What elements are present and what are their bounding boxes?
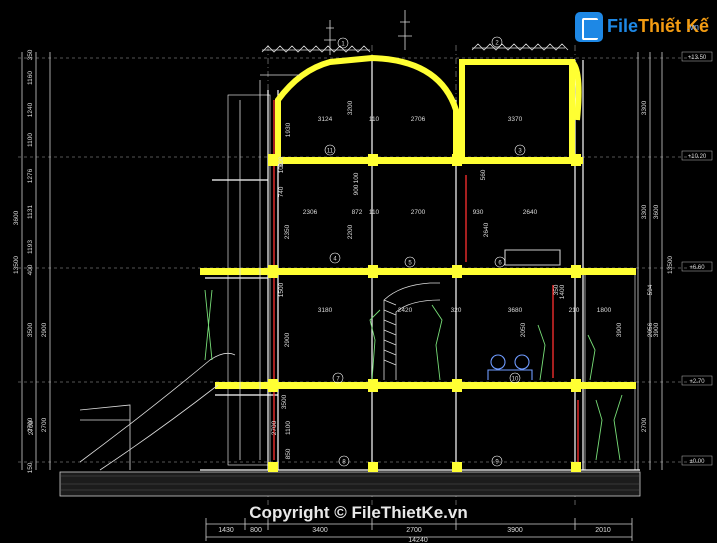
level-tag-roof: +13.50 — [688, 55, 707, 61]
room-dim: 110 — [369, 209, 380, 216]
right-dim: 3300 — [641, 204, 648, 219]
left-dim-inner: 2700 — [41, 417, 48, 432]
axis-bubble-label: 4 — [333, 256, 337, 262]
room-dim: 3900 — [616, 322, 623, 337]
room-dim: 1100 — [285, 421, 292, 435]
right-dim: 3600 — [653, 204, 660, 219]
room-dim: 2640 — [523, 209, 538, 216]
room-dim: 2200 — [347, 224, 354, 239]
room-dim: 3124 — [318, 116, 333, 123]
left-dim-outer: 1131 — [27, 205, 34, 219]
room-dim: 3370 — [508, 116, 523, 123]
bottom-dim: 2700 — [406, 527, 422, 534]
left-dim-outer: 150 — [27, 462, 34, 473]
logo-mark-icon — [575, 12, 603, 42]
room-dim: 210 — [569, 307, 580, 314]
bottom-dim: 3900 — [507, 527, 523, 534]
room-dim: 2420 — [398, 307, 413, 314]
room-dim: 1500 — [278, 282, 285, 297]
logo-domain: .vn — [687, 22, 700, 32]
cad-section-drawing: +13.50+10.20+6.60+2.70±0.00 1 2345 678 9101… — [13, 10, 713, 543]
room-dim: 300 — [278, 156, 285, 167]
rebar-lines — [273, 100, 579, 465]
room-dim: 2700 — [271, 420, 278, 435]
copyright-watermark: Copyright © FileThietKe.vn — [249, 503, 468, 522]
room-dim: 2640 — [483, 222, 490, 237]
room-dim: 2056 — [647, 322, 654, 337]
left-dim-inner: 13500 — [13, 256, 20, 274]
room-dim: 2050 — [520, 322, 527, 337]
bottom-dim: 2010 — [595, 527, 611, 534]
left-dim-outer: 350 — [27, 49, 34, 60]
left-dim-outer: 1100 — [27, 133, 34, 147]
room-dim: 3200 — [347, 100, 354, 115]
axis-bubble-label: 8 — [342, 459, 346, 465]
room-dim: 2700 — [411, 209, 426, 216]
room-dim: 1800 — [597, 307, 612, 314]
right-dim: 3300 — [641, 100, 648, 115]
right-dim: 3900 — [653, 322, 660, 337]
dimension-frame — [18, 52, 700, 541]
bottom-dim-total: 14240 — [408, 537, 428, 543]
axis-bubble-label: 11 — [327, 148, 334, 154]
axis-bubble-label: 10 — [512, 376, 519, 382]
bottom-dim: 1430 — [218, 527, 234, 534]
left-dim-outer: 1193 — [27, 240, 34, 254]
room-dim: 740 — [278, 186, 285, 197]
room-dim: 560 — [480, 169, 487, 180]
room-dim: 872 — [352, 209, 363, 216]
room-dim: 3500 — [281, 394, 288, 409]
left-dim-outer: 400 — [27, 264, 34, 275]
level-labels: +13.50 +10.20 +6.60 +2.70 ±0.00 — [681, 51, 713, 466]
room-dim: 594 — [647, 284, 654, 295]
bottom-dim: 3400 — [312, 527, 328, 534]
left-dim-inner: 2900 — [41, 322, 48, 337]
axis-bubble-label: 5 — [408, 260, 412, 266]
axis-markers: 1 2 3 4 5 6 7 8 9 10 11 — [324, 36, 526, 467]
filethietke-logo: FileThiết Kế .vn — [575, 12, 709, 42]
axis-bubble-label: 6 — [498, 260, 502, 266]
left-dim-outer: 1160 — [27, 71, 34, 85]
room-dim: 320 — [451, 307, 462, 314]
left-dim-outer: 1276 — [27, 168, 34, 183]
room-dim: 110 — [369, 116, 380, 123]
room-dim: 2900 — [284, 332, 291, 347]
room-dim: 3180 — [318, 307, 333, 314]
room-dim: 2350 — [284, 224, 291, 239]
left-dim-outer: 3500 — [27, 322, 34, 337]
room-dim: 930 — [473, 209, 484, 216]
room-dim: 900 — [353, 184, 360, 195]
room-dim: 2700 — [28, 420, 35, 435]
room-dim: 2306 — [303, 209, 318, 216]
bottom-dim: 800 — [250, 527, 262, 534]
axis-bubble-label: 3 — [518, 148, 522, 154]
dome-layer — [275, 54, 582, 157]
level-tag-f1: +2.70 — [689, 379, 705, 385]
right-dim: 13500 — [667, 256, 674, 274]
axis-bubble-label: 7 — [336, 376, 340, 382]
room-dim: 2706 — [411, 116, 426, 123]
room-dim: 100 — [353, 172, 360, 183]
room-dim: 850 — [285, 448, 292, 459]
left-dim-inner: 3600 — [13, 210, 20, 225]
room-dim: 1930 — [285, 122, 292, 137]
axis-bubble-label: 2 — [495, 40, 499, 46]
axis-bubble-label: 9 — [495, 459, 499, 465]
room-dim: 1400 — [559, 284, 566, 299]
level-tag-f2: +6.60 — [689, 265, 705, 271]
ground-base — [59, 471, 641, 497]
level-tag-f3: +10.20 — [688, 154, 707, 160]
right-dim: 2700 — [641, 417, 648, 432]
axis-bubble-label: 1 — [341, 41, 345, 47]
level-tag-gl: ±0.00 — [690, 459, 706, 465]
logo-part1: File — [607, 16, 639, 36]
room-dim: 3680 — [508, 307, 523, 314]
left-dim-outer: 1240 — [27, 102, 34, 117]
